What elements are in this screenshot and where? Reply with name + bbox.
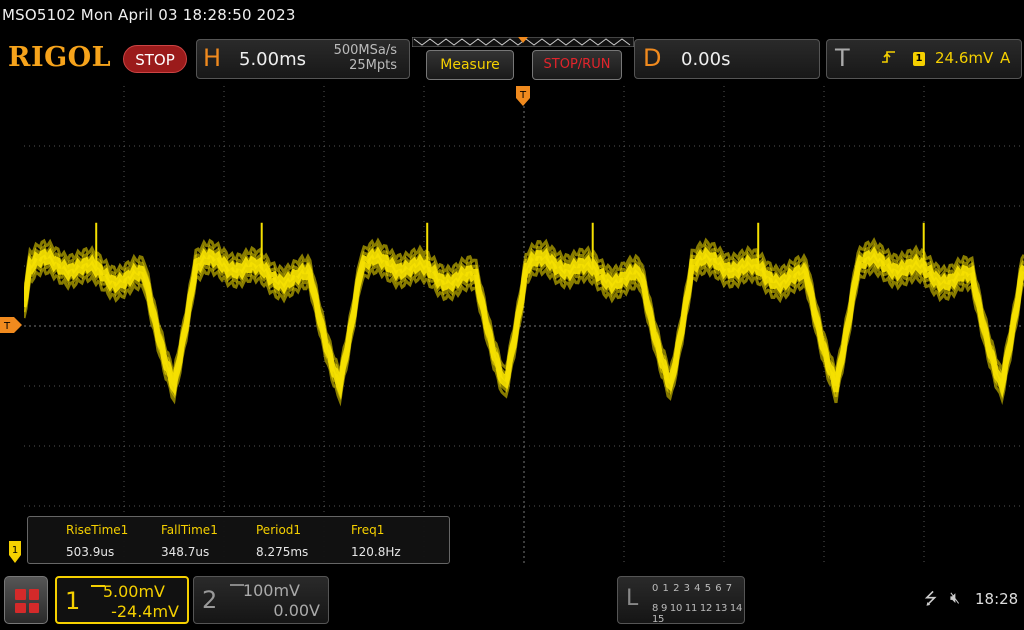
title-text: MSO5102 Mon April 03 18:28:50 2023 bbox=[2, 6, 296, 24]
trigger-level: 24.6mV bbox=[935, 49, 994, 67]
title-bar: MSO5102 Mon April 03 18:28:50 2023 bbox=[0, 0, 1024, 34]
delay-letter: D bbox=[643, 44, 662, 72]
logic-channels-row1: 0 1 2 3 4 5 6 7 bbox=[652, 583, 733, 594]
delay-panel[interactable]: D 0.00s bbox=[634, 39, 820, 79]
speaker-muted-icon[interactable]: 🔇︎ bbox=[950, 588, 960, 608]
channel1-number: 1 bbox=[65, 587, 81, 615]
trigger-position-label: T bbox=[519, 90, 527, 101]
channel1-scale: 5.00mV bbox=[102, 582, 165, 601]
dc-coupling-icon bbox=[230, 584, 244, 590]
channel2-offset: 0.00V bbox=[273, 601, 320, 620]
run-state-badge[interactable]: STOP bbox=[123, 45, 187, 73]
trigger-level-marker[interactable]: T bbox=[0, 317, 22, 333]
trigger-mode: A bbox=[1000, 49, 1011, 67]
main-menu-button[interactable] bbox=[4, 576, 48, 624]
measurement-name: FallTime1 bbox=[161, 523, 218, 537]
measurement-panel[interactable]: RiseTime1 503.9us FallTime1 348.7us Peri… bbox=[27, 516, 450, 564]
measurement-name: RiseTime1 bbox=[66, 523, 129, 537]
trigger-position-marker[interactable]: T bbox=[516, 86, 530, 108]
measurement-value: 503.9us bbox=[66, 545, 115, 559]
top-bar: RIGOL STOP H 5.00ms 500MSa/s 25Mpts Meas… bbox=[0, 34, 1024, 86]
bottom-bar: 1 5.00mV -24.4mV 2 100mV 0.00V L 0 1 2 3… bbox=[0, 570, 1024, 630]
trigger-source-badge: 1 bbox=[913, 52, 925, 66]
trigger-level-label: T bbox=[3, 321, 11, 332]
measurement-name: Period1 bbox=[256, 523, 302, 537]
measurement-value: 348.7us bbox=[161, 545, 210, 559]
delay-value: 0.00s bbox=[681, 49, 731, 70]
logic-analyzer-letter: L bbox=[626, 586, 639, 611]
measurement-value: 8.275ms bbox=[256, 545, 309, 559]
measurement-value: 120.8Hz bbox=[351, 545, 401, 559]
sample-info: 500MSa/s 25Mpts bbox=[334, 43, 397, 73]
channel2-panel[interactable]: 2 100mV 0.00V bbox=[193, 576, 329, 624]
horizontal-panel[interactable]: H 5.00ms 500MSa/s 25Mpts bbox=[196, 39, 410, 79]
clock: 18:28 bbox=[975, 590, 1019, 608]
channel2-number: 2 bbox=[202, 586, 218, 614]
memory-depth: 25Mpts bbox=[349, 58, 397, 73]
logic-channels-row2: 8 9 10 11 12 13 14 15 bbox=[652, 603, 743, 625]
memory-position-strip[interactable] bbox=[412, 37, 634, 47]
stop-run-button[interactable]: STOP/RUN bbox=[532, 50, 622, 80]
measurement-name: Freq1 bbox=[351, 523, 385, 537]
channel1-offset-marker[interactable]: 1 bbox=[9, 541, 21, 563]
rising-edge-icon bbox=[882, 51, 895, 63]
usb-icon: ⭍ bbox=[924, 589, 938, 608]
trigger-letter: T bbox=[835, 44, 850, 72]
horizontal-letter: H bbox=[203, 44, 222, 72]
measure-button[interactable]: Measure bbox=[426, 50, 514, 80]
grid-icon bbox=[15, 589, 39, 613]
timebase-value: 5.00ms bbox=[239, 49, 306, 70]
sample-rate: 500MSa/s bbox=[333, 43, 397, 58]
trigger-panel[interactable]: T 1 24.6mV A bbox=[826, 39, 1022, 79]
graticule-center bbox=[24, 86, 1024, 566]
channel2-scale: 100mV bbox=[242, 581, 300, 600]
rigol-logo: RIGOL bbox=[8, 42, 112, 73]
channel1-panel[interactable]: 1 5.00mV -24.4mV bbox=[55, 576, 189, 624]
waveform-screen[interactable] bbox=[24, 86, 1024, 566]
channel1-offset: -24.4mV bbox=[111, 602, 179, 621]
channel1-marker-label: 1 bbox=[12, 545, 18, 556]
logic-analyzer-panel[interactable]: L 0 1 2 3 4 5 6 7 8 9 10 11 12 13 14 15 bbox=[617, 576, 745, 625]
